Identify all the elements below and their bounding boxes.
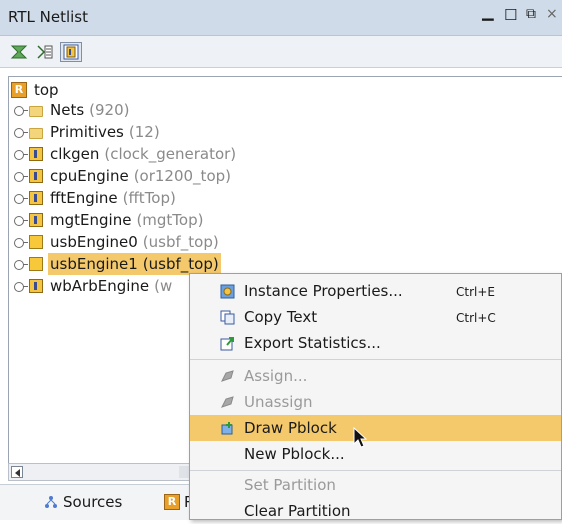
- tree-item-label: Primitives: [50, 123, 124, 141]
- instance-icon: [29, 213, 43, 227]
- expander-icon[interactable]: [13, 231, 28, 253]
- menu-item-new-pblock[interactable]: New Pblock...: [190, 441, 561, 467]
- panel-title: RTL Netlist: [8, 8, 88, 26]
- folder-icon: [29, 127, 43, 139]
- tree-item-label: clkgen: [50, 145, 100, 163]
- tree-item-nets[interactable]: Nets (920): [13, 99, 132, 121]
- copy-icon: [220, 310, 235, 325]
- menu-item-export-statistics[interactable]: Export Statistics...: [190, 330, 561, 356]
- menu-item-label: Instance Properties...: [244, 282, 403, 300]
- close-icon[interactable]: ×: [546, 6, 558, 22]
- tree-item-detail: (clock_generator): [104, 145, 237, 163]
- scroll-left-icon[interactable]: [11, 466, 23, 478]
- menu-item-shortcut: Ctrl+E: [456, 285, 495, 299]
- properties-icon: [220, 284, 235, 299]
- expander-icon[interactable]: [13, 143, 28, 165]
- tree-item-detail: (920): [89, 101, 130, 119]
- instance-icon: [29, 235, 43, 249]
- expand-all-button[interactable]: [34, 42, 56, 62]
- export-icon: [220, 337, 234, 351]
- tree-item-clkgen[interactable]: clkgen (clock_generator): [13, 143, 238, 165]
- tree-item-label: cpuEngine: [50, 167, 129, 185]
- rtl-netlist-panel: RTL Netlist ▁ ☐ ⧉ × R top Nets (920) Pri…: [0, 0, 562, 520]
- tree-item-detail: (w: [154, 277, 173, 295]
- expander-icon[interactable]: [13, 99, 28, 121]
- expander-icon[interactable]: [13, 165, 28, 187]
- menu-item-instance-properties[interactable]: Instance Properties... Ctrl+E: [190, 278, 561, 304]
- instance-icon: [29, 257, 43, 271]
- menu-item-copy-text[interactable]: Copy Text Ctrl+C: [190, 304, 561, 330]
- top-module-icon: R: [11, 82, 27, 98]
- expander-icon[interactable]: [13, 187, 28, 209]
- menu-item-label: Copy Text: [244, 308, 318, 326]
- tree-item-label: usbEngine0: [50, 233, 138, 251]
- expander-icon[interactable]: [13, 209, 28, 231]
- tree-item-detail: (or1200_top): [133, 167, 231, 185]
- rtl-icon: R: [164, 494, 180, 510]
- tree-item-wbarbengine[interactable]: wbArbEngine (w: [13, 275, 174, 297]
- tree-item-label: mgtEngine: [50, 211, 132, 229]
- draw-pblock-icon: [221, 422, 233, 435]
- menu-separator: [190, 470, 561, 471]
- expander-icon[interactable]: [13, 121, 28, 143]
- menu-item-assign[interactable]: Assign...: [190, 363, 561, 389]
- minimize-icon[interactable]: ▁: [482, 3, 494, 21]
- title-bar: RTL Netlist ▁ ☐ ⧉ ×: [0, 0, 562, 36]
- tab-sources[interactable]: Sources: [44, 493, 122, 511]
- expander-icon[interactable]: [13, 275, 28, 297]
- sources-icon: [45, 496, 57, 508]
- menu-item-shortcut: Ctrl+C: [456, 311, 496, 325]
- restore-icon[interactable]: ⧉: [526, 6, 536, 22]
- tree-item-detail: (mgtTop): [136, 211, 204, 229]
- instance-icon: [29, 169, 43, 183]
- horizontal-scrollbar[interactable]: [8, 463, 198, 481]
- menu-separator: [190, 359, 561, 360]
- menu-item-unassign[interactable]: Unassign: [190, 389, 561, 415]
- tree-item-usbengine1[interactable]: usbEngine1 (usbf_top): [13, 253, 221, 275]
- maximize-icon[interactable]: ☐: [504, 6, 517, 24]
- folder-icon: [29, 105, 43, 117]
- instance-icon: [29, 147, 43, 161]
- menu-item-clear-partition[interactable]: Clear Partition: [190, 498, 561, 524]
- tree-item-label: wbArbEngine: [50, 277, 150, 295]
- menu-item-label: Clear Partition: [244, 502, 351, 520]
- expander-icon[interactable]: [13, 253, 28, 275]
- tree-item-detail: (usbf_top): [142, 233, 219, 251]
- show-hierarchy-button[interactable]: [60, 42, 82, 62]
- tree-item-detail: (usbf_top): [142, 255, 219, 273]
- menu-item-label: Unassign: [244, 393, 313, 411]
- menu-item-label: New Pblock...: [244, 445, 345, 463]
- expand-all-icon: [37, 45, 53, 59]
- tree-item-label: Nets: [50, 101, 85, 119]
- menu-item-label: Draw Pblock: [244, 419, 337, 437]
- instance-icon: [29, 191, 43, 205]
- tree-item-detail: (12): [128, 123, 160, 141]
- tree-root-label: top: [34, 81, 59, 99]
- collapse-all-button[interactable]: [8, 42, 30, 62]
- tree-item-label: fftEngine: [50, 189, 118, 207]
- tab-sources-label: Sources: [63, 493, 123, 511]
- tree-item-detail: (fftTop): [122, 189, 176, 207]
- tree-item-cpuengine[interactable]: cpuEngine (or1200_top): [13, 165, 233, 187]
- mouse-pointer-icon: [353, 427, 367, 448]
- toolbar: [0, 36, 562, 68]
- tree-item-fftengine[interactable]: fftEngine (fftTop): [13, 187, 178, 209]
- unassign-icon: [221, 396, 234, 408]
- show-hierarchy-icon: [63, 44, 79, 60]
- context-menu: Instance Properties... Ctrl+E Copy Text …: [189, 273, 562, 520]
- tree-root-top[interactable]: R top: [11, 79, 61, 101]
- menu-item-label: Assign...: [244, 367, 308, 385]
- menu-item-draw-pblock[interactable]: Draw Pblock: [190, 415, 561, 441]
- tree-item-mgtengine[interactable]: mgtEngine (mgtTop): [13, 209, 205, 231]
- assign-icon: [221, 370, 234, 382]
- collapse-all-icon: [10, 45, 28, 59]
- tree-item-usbengine0[interactable]: usbEngine0 (usbf_top): [13, 231, 221, 253]
- tree-item-label: usbEngine1: [50, 255, 138, 273]
- menu-item-label: Set Partition: [244, 476, 336, 494]
- instance-icon: [29, 279, 43, 293]
- menu-item-set-partition[interactable]: Set Partition: [190, 472, 561, 498]
- menu-item-label: Export Statistics...: [244, 334, 381, 352]
- tree-item-primitives[interactable]: Primitives (12): [13, 121, 162, 143]
